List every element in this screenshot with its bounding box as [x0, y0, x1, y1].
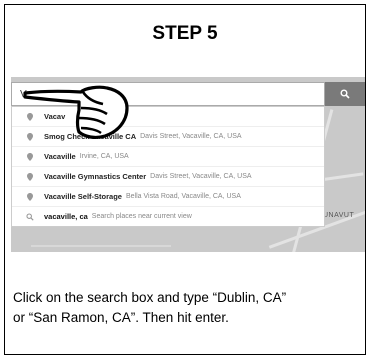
pin-icon	[24, 192, 36, 201]
map-view[interactable]: UNAVUT Vacav Smog Check Vacavi	[11, 77, 365, 252]
instruction-line: Click on the search box and type “Dublin…	[13, 290, 287, 305]
pointing-hand-icon	[23, 85, 129, 139]
suggestion-name: Vacaville	[44, 152, 76, 161]
instruction-line: or “San Ramon, CA”. Then hit enter.	[13, 310, 229, 325]
tutorial-slide: STEP 5 UNAVUT Vacav Vacav Smog Check CA …	[4, 4, 366, 355]
map-place-label: UNAVUT	[323, 212, 355, 219]
suggestion-detail: Irvine, CA, USA	[79, 153, 129, 160]
suggestion-name: vacaville, ca	[44, 212, 88, 221]
suggestion-name: Vacaville Gymnastics Center	[44, 172, 147, 181]
suggestion-detail: Davis Street, Vacaville, CA, USA	[150, 173, 252, 180]
suggestion-item[interactable]: Vacaville Gymnastics Center Davis Street…	[12, 167, 324, 187]
step-title: STEP 5	[152, 23, 218, 44]
instruction-text: Click on the search box and type “Dublin…	[13, 288, 365, 328]
suggestion-detail: Davis Street, Vacaville, CA, USA	[140, 133, 242, 140]
search-query-suggestion[interactable]: vacaville, ca Search places near current…	[12, 207, 324, 226]
map-road	[31, 245, 171, 247]
suggestion-item[interactable]: Vacaville Self-Storage Bella Vista Road,…	[12, 187, 324, 207]
suggestion-item[interactable]: Vacaville Irvine, CA, USA	[12, 147, 324, 167]
search-icon	[340, 89, 350, 99]
suggestion-detail: Search places near current view	[91, 213, 192, 220]
search-icon	[24, 212, 36, 221]
pin-icon	[24, 152, 36, 161]
pin-icon	[24, 172, 36, 181]
suggestion-name: Vacaville Self-Storage	[44, 192, 122, 201]
search-button[interactable]	[325, 82, 365, 106]
suggestion-detail: Bella Vista Road, Vacaville, CA, USA	[125, 193, 241, 200]
